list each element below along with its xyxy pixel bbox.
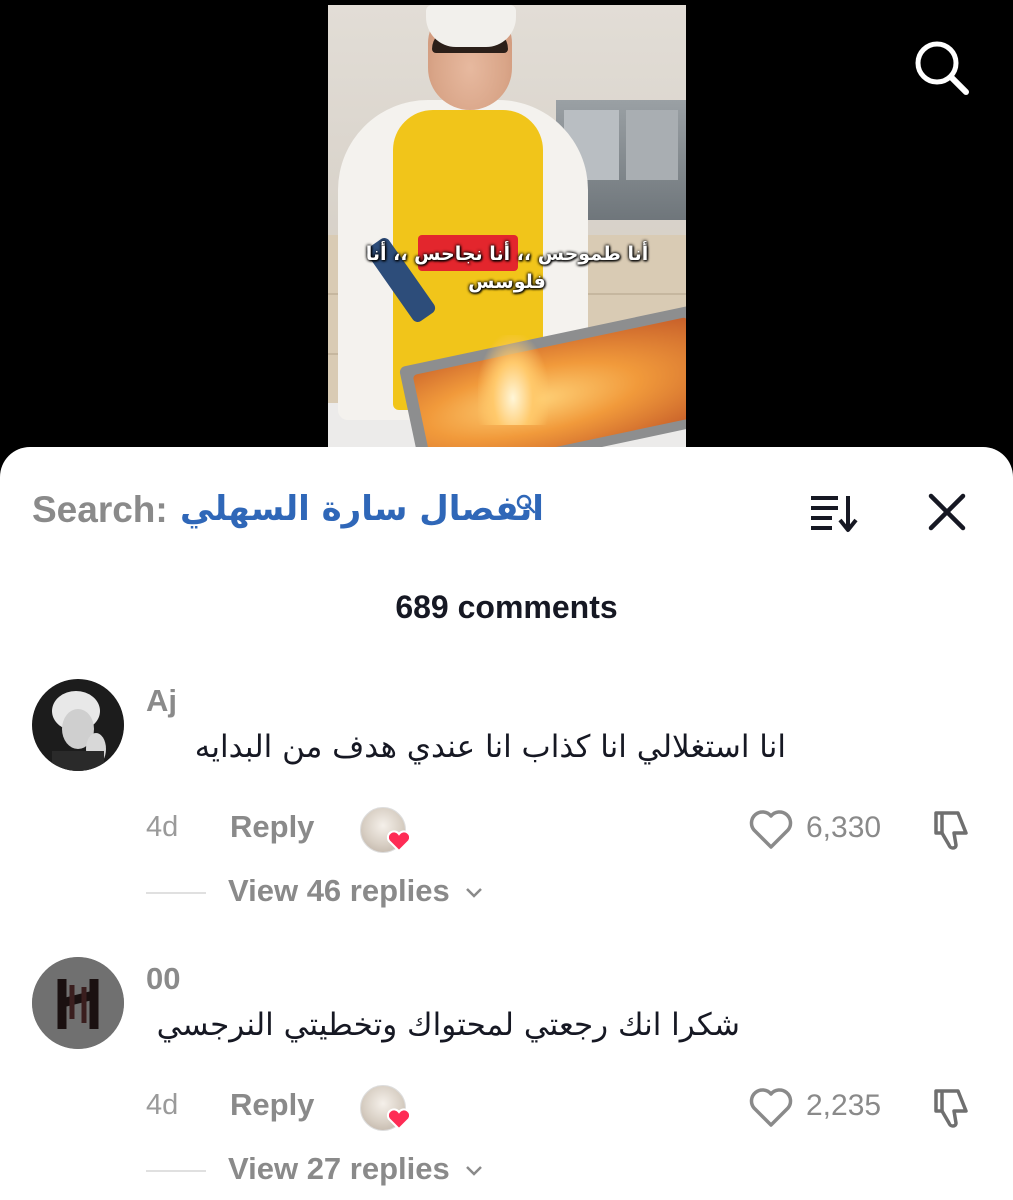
reply-button[interactable]: Reply xyxy=(230,809,314,845)
avatar-logo-icon xyxy=(32,957,124,1049)
video-player[interactable] xyxy=(328,5,686,447)
heart-icon[interactable] xyxy=(748,809,794,851)
search-icon[interactable] xyxy=(515,493,537,515)
replies-divider xyxy=(146,892,206,894)
heart-badge-icon xyxy=(386,830,412,853)
view-replies-label: View 46 replies xyxy=(228,873,450,908)
video-flame xyxy=(478,335,548,425)
heart-icon[interactable] xyxy=(748,1087,794,1129)
avatar-portrait-icon xyxy=(32,679,124,771)
comments-sheet: Search: انفصال سارة السهلي 689 comments xyxy=(0,447,1013,1200)
comment-username[interactable]: Aj xyxy=(146,683,177,719)
comment-time: 4d xyxy=(146,1089,179,1121)
comment-username[interactable]: 00 xyxy=(146,961,180,997)
comments-count: 689 comments xyxy=(395,589,618,625)
avatar[interactable] xyxy=(32,957,124,1049)
chevron-down-icon xyxy=(466,887,483,898)
comment-item: 00 شكرا انك رجعتي لمحتواك وتخطيتي النرجس… xyxy=(0,957,1013,1200)
comment-text: انا استغلالي انا كذاب انا عندي هدف من ال… xyxy=(194,729,786,765)
video-area: أنا طموحس ،، أنا نجاحس ،، أنا فلوسس xyxy=(0,0,1013,470)
search-icon[interactable] xyxy=(912,38,970,96)
view-replies-button[interactable]: View 27 replies xyxy=(228,1151,484,1187)
like-count: 2,235 xyxy=(806,1089,882,1122)
view-replies-button[interactable]: View 46 replies xyxy=(228,873,484,909)
comment-text: شكرا انك رجعتي لمحتواك وتخطيتي النرجسي xyxy=(156,1007,740,1043)
avatar[interactable] xyxy=(32,679,124,771)
reply-button[interactable]: Reply xyxy=(230,1087,314,1123)
comments-header: Search: انفصال سارة السهلي xyxy=(0,447,1013,567)
thumbs-down-icon[interactable] xyxy=(928,1085,974,1131)
sort-icon[interactable] xyxy=(808,492,858,534)
search-term-link[interactable]: انفصال سارة السهلي xyxy=(180,489,544,529)
search-label: Search: xyxy=(32,489,168,530)
view-replies-label: View 27 replies xyxy=(228,1151,450,1186)
video-caption: أنا طموحس ،، أنا نجاحس ،، أنا فلوسس xyxy=(365,243,649,293)
thumbs-down-icon[interactable] xyxy=(928,807,974,853)
heart-badge-icon xyxy=(386,1108,412,1131)
comment-item: Aj انا استغلالي انا كذاب انا عندي هدف من… xyxy=(0,679,1013,929)
close-icon[interactable] xyxy=(926,491,968,533)
comment-time: 4d xyxy=(146,811,179,843)
chevron-down-icon xyxy=(466,1165,483,1176)
like-count: 6,330 xyxy=(806,811,882,844)
replies-divider xyxy=(146,1170,206,1172)
video-person-cap xyxy=(426,5,516,47)
